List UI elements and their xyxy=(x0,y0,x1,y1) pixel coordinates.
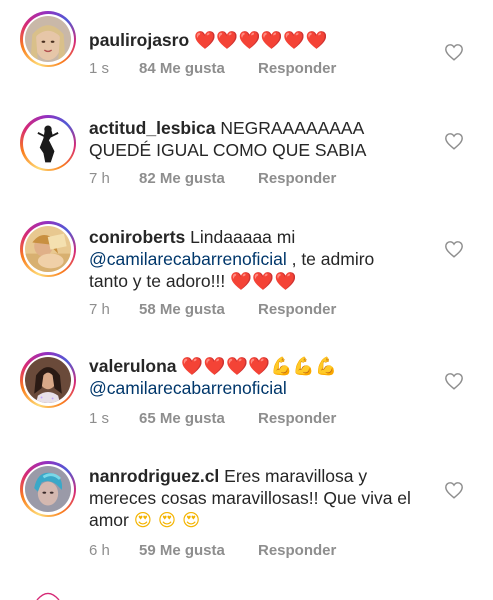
comment-likes-count[interactable]: 82 Me gusta xyxy=(139,170,258,187)
comment-emojis: ❤️❤️❤️ xyxy=(230,271,297,291)
comment-username[interactable]: actitud_lesbica xyxy=(89,118,215,138)
reply-button[interactable]: Responder xyxy=(258,170,336,187)
comment-item: coniroberts Lindaaaaa mi @camilarecabarr… xyxy=(0,210,493,338)
avatar-photo-icon xyxy=(25,466,71,512)
comment-emojis: ❤️❤️❤️❤️💪💪💪 xyxy=(181,356,338,376)
mention-link[interactable]: @camilarecabarrenoficial xyxy=(89,378,287,398)
comment-emojis: ❤️❤️❤️❤️❤️❤️ xyxy=(194,30,328,50)
comment-time: 1 s xyxy=(89,410,110,427)
avatar-photo-icon xyxy=(25,120,71,166)
comment-item: valerulona ❤️❤️❤️❤️💪💪💪 @camilarecabarren… xyxy=(0,338,493,448)
comment-likes-count[interactable]: 65 Me gusta xyxy=(139,410,258,427)
reply-button[interactable]: Responder xyxy=(258,301,336,318)
comment-time: 7 h xyxy=(89,301,110,318)
comment-text: valerulona ❤️❤️❤️❤️💪💪💪 @camilarecabarren… xyxy=(89,355,409,399)
comment-username[interactable]: coniroberts xyxy=(89,227,185,247)
comment-username[interactable]: paulirojasro xyxy=(89,30,189,50)
next-comment-avatar-peek xyxy=(20,589,76,600)
comment-time: 1 s xyxy=(89,60,110,77)
heart-outline-icon[interactable] xyxy=(444,43,464,61)
comment-text: paulirojasro ❤️❤️❤️❤️❤️❤️ xyxy=(89,29,419,51)
heart-outline-icon[interactable] xyxy=(444,240,464,258)
heart-outline-icon[interactable] xyxy=(444,481,464,499)
avatar[interactable] xyxy=(20,221,76,277)
avatar[interactable] xyxy=(20,352,76,408)
avatar[interactable] xyxy=(20,115,76,171)
comment-body: Lindaaaaa mi xyxy=(190,227,296,247)
comment-meta: 1 s 65 Me gusta Responder xyxy=(89,410,336,427)
heart-outline-icon[interactable] xyxy=(444,132,464,150)
comment-likes-count[interactable]: 58 Me gusta xyxy=(139,301,258,318)
avatar-photo-icon xyxy=(25,226,71,272)
mention-link[interactable]: @camilarecabarrenoficial xyxy=(89,249,287,269)
comment-likes-count[interactable]: 84 Me gusta xyxy=(139,60,258,77)
comment-item: paulirojasro ❤️❤️❤️❤️❤️❤️ 1 s 84 Me gust… xyxy=(0,0,493,100)
comment-username[interactable]: valerulona xyxy=(89,356,177,376)
avatar[interactable] xyxy=(20,11,76,67)
comment-likes-count[interactable]: 59 Me gusta xyxy=(139,542,258,559)
comment-username[interactable]: nanrodriguez.cl xyxy=(89,466,219,486)
comment-meta: 7 h 58 Me gusta Responder xyxy=(89,301,336,318)
avatar-photo-icon xyxy=(25,357,71,403)
comment-item: nanrodriguez.cl Eres maravillosa y merec… xyxy=(0,448,493,588)
comment-text: actitud_lesbica NEGRAAAAAAAA QUEDÉ IGUAL… xyxy=(89,117,389,161)
comment-time: 6 h xyxy=(89,542,110,559)
comment-time: 7 h xyxy=(89,170,110,187)
avatar[interactable] xyxy=(20,461,76,517)
comment-text: nanrodriguez.cl Eres maravillosa y merec… xyxy=(89,465,419,531)
heart-outline-icon[interactable] xyxy=(444,372,464,390)
reply-button[interactable]: Responder xyxy=(258,542,336,559)
comment-meta: 7 h 82 Me gusta Responder xyxy=(89,170,336,187)
comment-meta: 1 s 84 Me gusta Responder xyxy=(89,60,336,77)
avatar-photo-icon xyxy=(25,16,71,62)
reply-button[interactable]: Responder xyxy=(258,410,336,427)
comment-meta: 6 h 59 Me gusta Responder xyxy=(89,542,336,559)
comment-emojis: 😍 😍 😍 xyxy=(133,510,201,530)
reply-button[interactable]: Responder xyxy=(258,60,336,77)
comment-item: actitud_lesbica NEGRAAAAAAAA QUEDÉ IGUAL… xyxy=(0,100,493,210)
comment-text: coniroberts Lindaaaaa mi @camilarecabarr… xyxy=(89,226,409,292)
